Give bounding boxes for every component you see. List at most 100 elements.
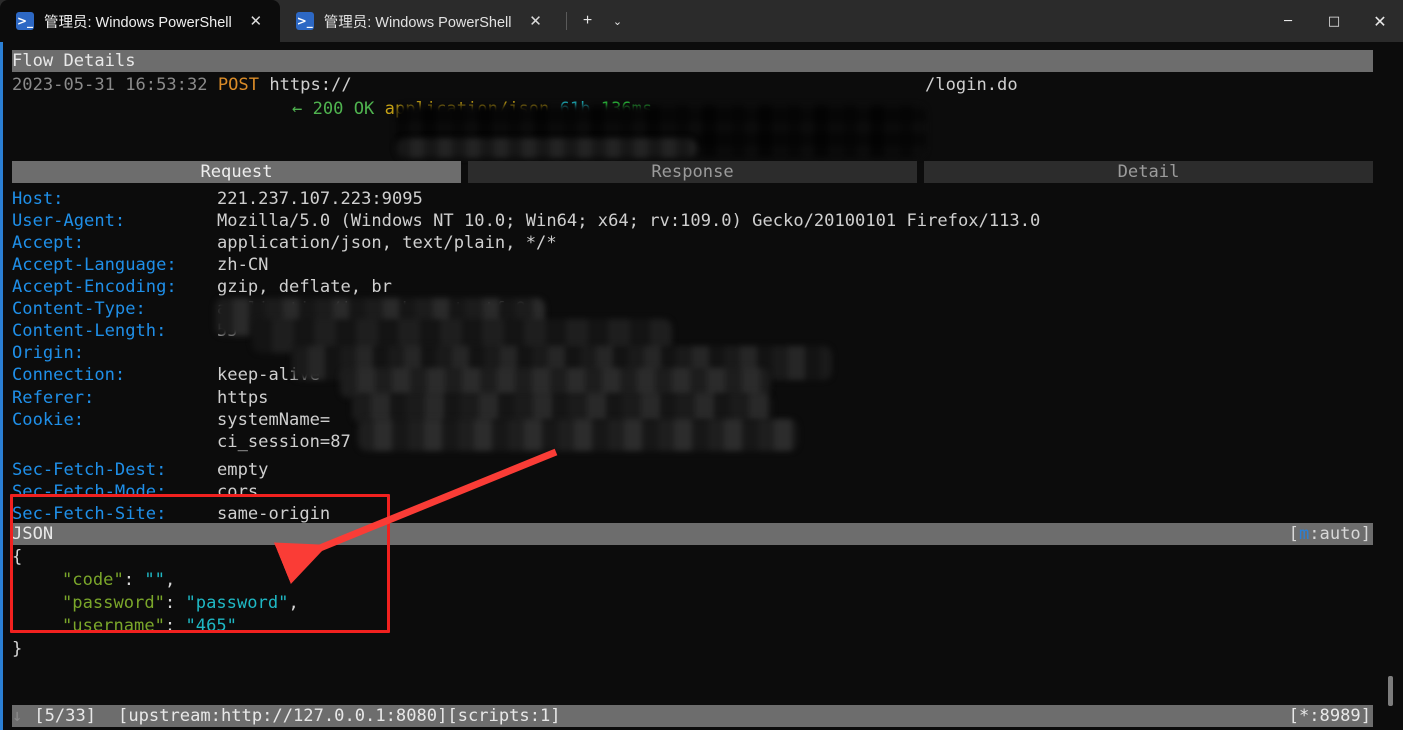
json-value: "" [144,570,165,590]
view-mode-open-bracket: [ [1288,523,1299,544]
header-name: Referer: [12,388,95,408]
chevron-down-icon[interactable]: ⌄ [603,6,633,36]
json-line: { [12,546,22,568]
json-punct: } [12,639,23,659]
header-row: Origin: [12,342,217,364]
json-comma: , [164,570,176,590]
close-icon[interactable]: ✕ [242,7,270,35]
view-mode-key: m [1298,523,1310,544]
body-view-mode[interactable]: [m:auto] [1289,523,1373,545]
flow-counter: [5/33] [34,705,97,726]
terminal-tab-1[interactable]: >_ 管理员: Windows PowerShell ✕ [0,0,280,42]
maximize-button[interactable]: □ [1311,0,1357,42]
header-name: Connection: [12,365,126,385]
new-tab-button[interactable]: + [573,6,603,36]
response-status-code: 200 [312,99,344,119]
flow-url-suffix: /login.do [925,75,1018,95]
close-icon[interactable]: ✕ [522,7,550,35]
json-value: "465" [185,616,237,636]
response-status-text: OK [353,99,375,119]
header-value: application/json, text/plain, */* [217,233,557,253]
header-name: Host: [12,189,64,209]
header-name: User-Agent: [12,211,126,231]
header-value: ci_session=87 [217,432,351,452]
minimize-button[interactable]: ─ [1265,0,1311,42]
json-comma: , [288,593,299,613]
header-value: systemName= [217,410,331,430]
toolbar-divider [565,12,567,30]
header-row: Accept-Language: zh-CN [12,254,268,276]
json-value: "password" [185,593,289,613]
focus-accent-bar [0,42,3,730]
header-row: Sec-Fetch-Site: same-origin [12,503,330,525]
header-value: zh-CN [217,255,269,275]
flow-method: POST [217,75,260,95]
header-row: Connection: keep-alive [12,364,320,386]
content-scrollbar-thumb[interactable] [1388,676,1393,706]
json-key: "password" [62,593,165,613]
header-value: https [217,388,269,408]
header-value: gzip, deflate, br [217,277,392,297]
terminal-content: Flow Details 2023-05-31 16:53:32 POST ht… [0,42,1403,730]
header-name: Content-Length: [12,321,167,341]
powershell-icon: >_ [16,12,34,30]
header-name: Accept: [12,233,85,253]
tab-title: 管理员: Windows PowerShell [323,14,512,31]
header-row: Referer: https [12,387,268,409]
json-separator: : [164,593,186,613]
scroll-indicator-icon: ↓ [12,705,23,726]
pane-tabs: Request Response Detail [12,161,1373,183]
redaction-cookie-session [358,419,798,451]
header-value: Mozilla/5.0 (Windows NT 10.0; Win64; x64… [217,211,1041,231]
header-value: same-origin [217,504,331,524]
tab-response[interactable]: Response [468,161,917,183]
tab-detail[interactable]: Detail [924,161,1373,183]
flow-details-title: Flow Details [12,50,136,71]
flow-timestamp: 2023-05-31 16:53:32 [12,75,208,95]
header-value: cors [217,482,259,502]
close-button[interactable]: ✕ [1357,0,1403,42]
body-view-header: JSON [m:auto] [12,523,1373,545]
body-format-label: JSON [12,523,54,544]
flow-url-suffix-wrap: /login.do [925,74,1018,96]
json-separator: : [164,616,186,636]
terminal-window: >_ 管理员: Windows PowerShell ✕ >_ 管理员: Win… [0,0,1403,730]
json-key: "username" [62,616,165,636]
powershell-icon: >_ [295,12,314,30]
upstream-info: [upstream:http://127.0.0.1:8080][scripts… [118,705,561,726]
header-name: Sec-Fetch-Mode: [12,482,167,502]
json-line: "password": "password", [62,592,299,614]
header-row: Cookie: systemName= [12,409,330,431]
header-row: Sec-Fetch-Mode: cors [12,481,258,503]
header-row: Accept: application/json, text/plain, */* [12,232,557,254]
header-value: 221.237.107.223:9095 [217,189,423,209]
listen-address: [*:8989] [1288,705,1371,726]
tab-request[interactable]: Request [12,161,461,183]
header-row: Accept-Encoding: gzip, deflate, br [12,276,392,298]
redaction-response-meta [396,138,696,158]
json-separator: : [123,570,145,590]
json-line: "code": "", [62,569,175,591]
header-name: Sec-Fetch-Dest: [12,460,167,480]
header-name: Accept-Language: [12,255,177,275]
json-punct: { [12,547,23,567]
header-name: Accept-Encoding: [12,277,177,297]
header-row: Sec-Fetch-Dest: empty [12,459,268,481]
header-row: Host: 221.237.107.223:9095 [12,188,423,210]
flow-request-line: 2023-05-31 16:53:32 POST https:// [12,74,352,96]
flow-details-header: Flow Details [12,50,1373,72]
window-controls: ─ □ ✕ [1265,0,1403,42]
header-name: Content-Type: [12,299,146,319]
flow-url-prefix: https:// [269,75,352,95]
window-titlebar: >_ 管理员: Windows PowerShell ✕ >_ 管理员: Win… [0,0,1403,42]
header-name: Origin: [12,343,85,363]
response-arrow-icon: ← [292,99,303,119]
terminal-tab-2[interactable]: >_ 管理员: Windows PowerShell ✕ [279,0,560,42]
json-line: } [12,638,22,660]
status-bar: ↓ [5/33] [upstream:http://127.0.0.1:8080… [12,705,1373,727]
json-key: "code" [62,570,124,590]
header-row: ci_session=87 [12,431,351,453]
header-row: Content-Length:55 [12,320,238,342]
header-name: Cookie: [12,410,85,430]
tab-title: 管理员: Windows PowerShell [44,14,232,31]
